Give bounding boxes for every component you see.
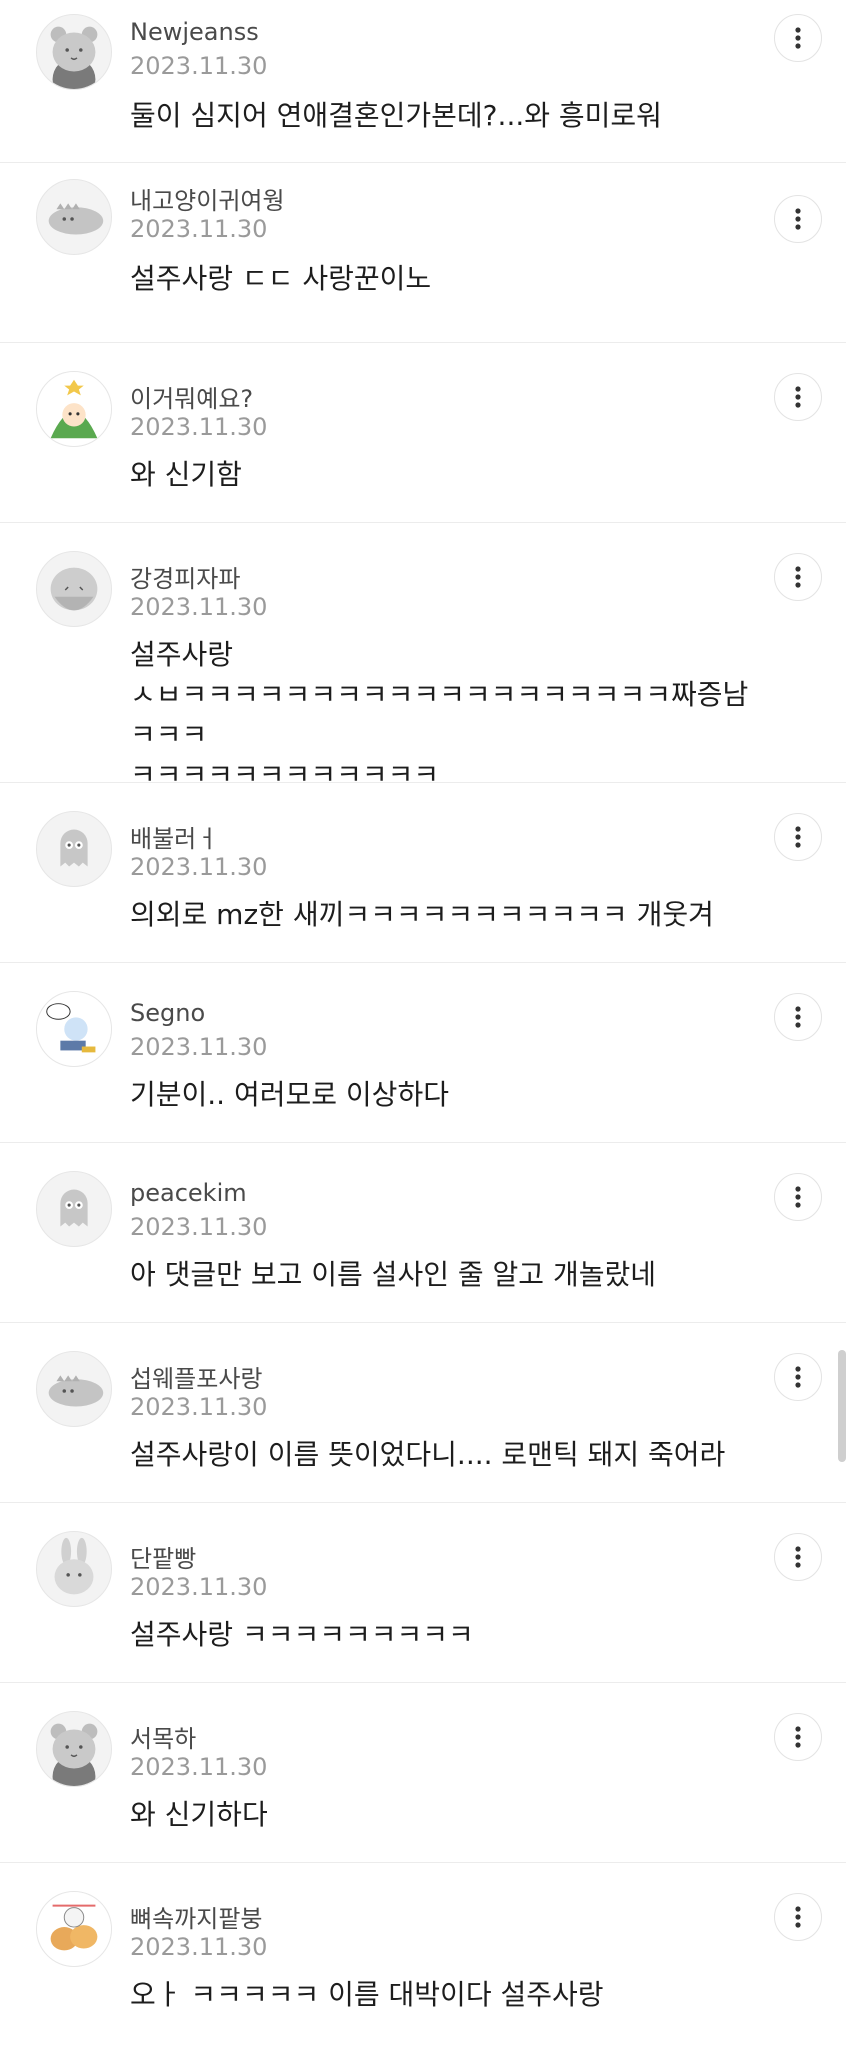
more-options-button[interactable]: [774, 1893, 822, 1941]
username[interactable]: 배불러ㅓ: [130, 819, 218, 854]
kebab-menu-icon: [795, 1906, 801, 1928]
avatar[interactable]: [36, 1711, 112, 1787]
comment-item: 뼈속까지팥붕 2023.11.30 오ㅏ ㅋㅋㅋㅋㅋ 이름 대박이다 설주사랑: [0, 1863, 846, 2048]
avatar[interactable]: [36, 1351, 112, 1427]
more-options-button[interactable]: [774, 993, 822, 1041]
more-options-button[interactable]: [774, 553, 822, 601]
christmas-tree-character-icon: [37, 372, 111, 446]
comment-text: 설주사랑 ㅋㅋㅋㅋㅋㅋㅋㅋㅋ: [130, 1618, 474, 1651]
kebab-menu-icon: [795, 1006, 801, 1028]
kebab-menu-icon: [795, 208, 801, 230]
comment-date: 2023.11.30: [130, 413, 268, 441]
username[interactable]: 단팥빵: [130, 1539, 196, 1574]
gray-dinosaur-icon: [48, 203, 104, 235]
gray-bear-icon: [50, 26, 98, 89]
avatar[interactable]: [36, 1891, 112, 1967]
username[interactable]: Newjeanss: [130, 18, 259, 46]
comment-date: 2023.11.30: [130, 1033, 268, 1061]
more-options-button[interactable]: [774, 1353, 822, 1401]
comment-item: 섭웨플포사랑 2023.11.30 설주사랑이 이름 뜻이었다니.... 로맨틱…: [0, 1323, 846, 1503]
avatar[interactable]: [36, 551, 112, 627]
comment-date: 2023.11.30: [130, 1753, 268, 1781]
comment-item: 강경피자파 2023.11.30 설주사랑 ㅅㅂㅋㅋㅋㅋㅋㅋㅋㅋㅋㅋㅋㅋㅋㅋㅋㅋ…: [0, 523, 846, 791]
kebab-menu-icon: [795, 826, 801, 848]
comment-item: peacekim 2023.11.30 아 댓글만 보고 이름 설사인 줄 알고…: [0, 1143, 846, 1323]
comment-text: 아 댓글만 보고 이름 설사인 줄 알고 개놀랐네: [130, 1258, 656, 1291]
username[interactable]: 내고양이귀여웡: [130, 181, 285, 216]
avatar[interactable]: [36, 14, 112, 90]
avatar[interactable]: [36, 371, 112, 447]
more-options-button[interactable]: [774, 373, 822, 421]
comment-text: 설주사랑 ㄷㄷ 사랑꾼이노: [130, 262, 432, 295]
more-options-button[interactable]: [774, 813, 822, 861]
comment-item: Newjeanss 2023.11.30 둘이 심지어 연애결혼인가본데?...…: [0, 0, 846, 163]
username[interactable]: 섭웨플포사랑: [130, 1359, 262, 1394]
more-options-button[interactable]: [774, 195, 822, 243]
comment-text: 둘이 심지어 연애결혼인가본데?...와 흥미로워: [130, 99, 662, 132]
comment-item: 내고양이귀여웡 2023.11.30 설주사랑 ㄷㄷ 사랑꾼이노: [0, 163, 846, 343]
avatar[interactable]: [36, 991, 112, 1067]
more-options-button[interactable]: [774, 1173, 822, 1221]
more-options-button[interactable]: [774, 1713, 822, 1761]
username[interactable]: 이거뭐예요?: [130, 379, 253, 414]
kebab-menu-icon: [795, 1546, 801, 1568]
avatar[interactable]: [36, 1171, 112, 1247]
comment-date: 2023.11.30: [130, 1213, 268, 1241]
gray-ghost-icon: [60, 829, 88, 867]
kebab-menu-icon: [795, 1366, 801, 1388]
comment-text: 설주사랑이 이름 뜻이었다니.... 로맨틱 돼지 죽어라: [130, 1438, 726, 1471]
kebab-menu-icon: [795, 386, 801, 408]
comment-item: 단팥빵 2023.11.30 설주사랑 ㅋㅋㅋㅋㅋㅋㅋㅋㅋ: [0, 1503, 846, 1683]
kebab-menu-icon: [795, 1186, 801, 1208]
comment-text: 오ㅏ ㅋㅋㅋㅋㅋ 이름 대박이다 설주사랑: [130, 1978, 604, 2011]
kebab-menu-icon: [795, 27, 801, 49]
comment-date: 2023.11.30: [130, 593, 268, 621]
kebab-menu-icon: [795, 1726, 801, 1748]
comment-item: Segno 2023.11.30 기분이.. 여러모로 이상하다: [0, 963, 846, 1143]
username[interactable]: 서목하: [130, 1719, 196, 1754]
comment-text: 기분이.. 여러모로 이상하다: [130, 1078, 449, 1111]
username[interactable]: Segno: [130, 999, 205, 1027]
avatar[interactable]: [36, 179, 112, 255]
comment-date: 2023.11.30: [130, 1393, 268, 1421]
comment-item: 이거뭐예요? 2023.11.30 와 신기함: [0, 343, 846, 523]
comment-text: 와 신기하다: [130, 1798, 268, 1831]
comment-date: 2023.11.30: [130, 1573, 268, 1601]
more-options-button[interactable]: [774, 1533, 822, 1581]
more-options-button[interactable]: [774, 14, 822, 62]
gray-rabbit-icon: [54, 1537, 94, 1595]
comment-date: 2023.11.30: [130, 215, 268, 243]
kebab-menu-icon: [795, 566, 801, 588]
old-man-icon: [50, 567, 98, 611]
username[interactable]: 뼈속까지팥붕: [130, 1899, 262, 1934]
gray-ghost-icon: [60, 1189, 88, 1227]
comment-date: 2023.11.30: [130, 1933, 268, 1961]
bungeoppang-icon: [37, 1892, 111, 1966]
comment-text: 의외로 mz한 새끼ㅋㅋㅋㅋㅋㅋㅋㅋㅋㅋㅋ 개웃겨: [130, 898, 714, 931]
comment-text: 설주사랑 ㅅㅂㅋㅋㅋㅋㅋㅋㅋㅋㅋㅋㅋㅋㅋㅋㅋㅋㅋㅋㅋ짜증남ㅋㅋㅋ ㅋㅋㅋㅋㅋㅋㅋ…: [130, 638, 749, 791]
comment-text: 와 신기함: [130, 458, 242, 491]
gray-dinosaur-icon: [48, 1375, 104, 1407]
gray-bear-icon: [50, 1723, 98, 1786]
scrollbar-thumb[interactable]: [838, 1350, 846, 1462]
avatar[interactable]: [36, 811, 112, 887]
comment-item: 서목하 2023.11.30 와 신기하다: [0, 1683, 846, 1863]
username[interactable]: 강경피자파: [130, 559, 240, 594]
comment-date: 2023.11.30: [130, 52, 268, 80]
comment-date: 2023.11.30: [130, 853, 268, 881]
comment-item: 배불러ㅓ 2023.11.30 의외로 mz한 새끼ㅋㅋㅋㅋㅋㅋㅋㅋㅋㅋㅋ 개웃…: [0, 783, 846, 963]
avatar[interactable]: [36, 1531, 112, 1607]
username[interactable]: peacekim: [130, 1179, 247, 1207]
character-sticker-icon: [37, 992, 111, 1066]
